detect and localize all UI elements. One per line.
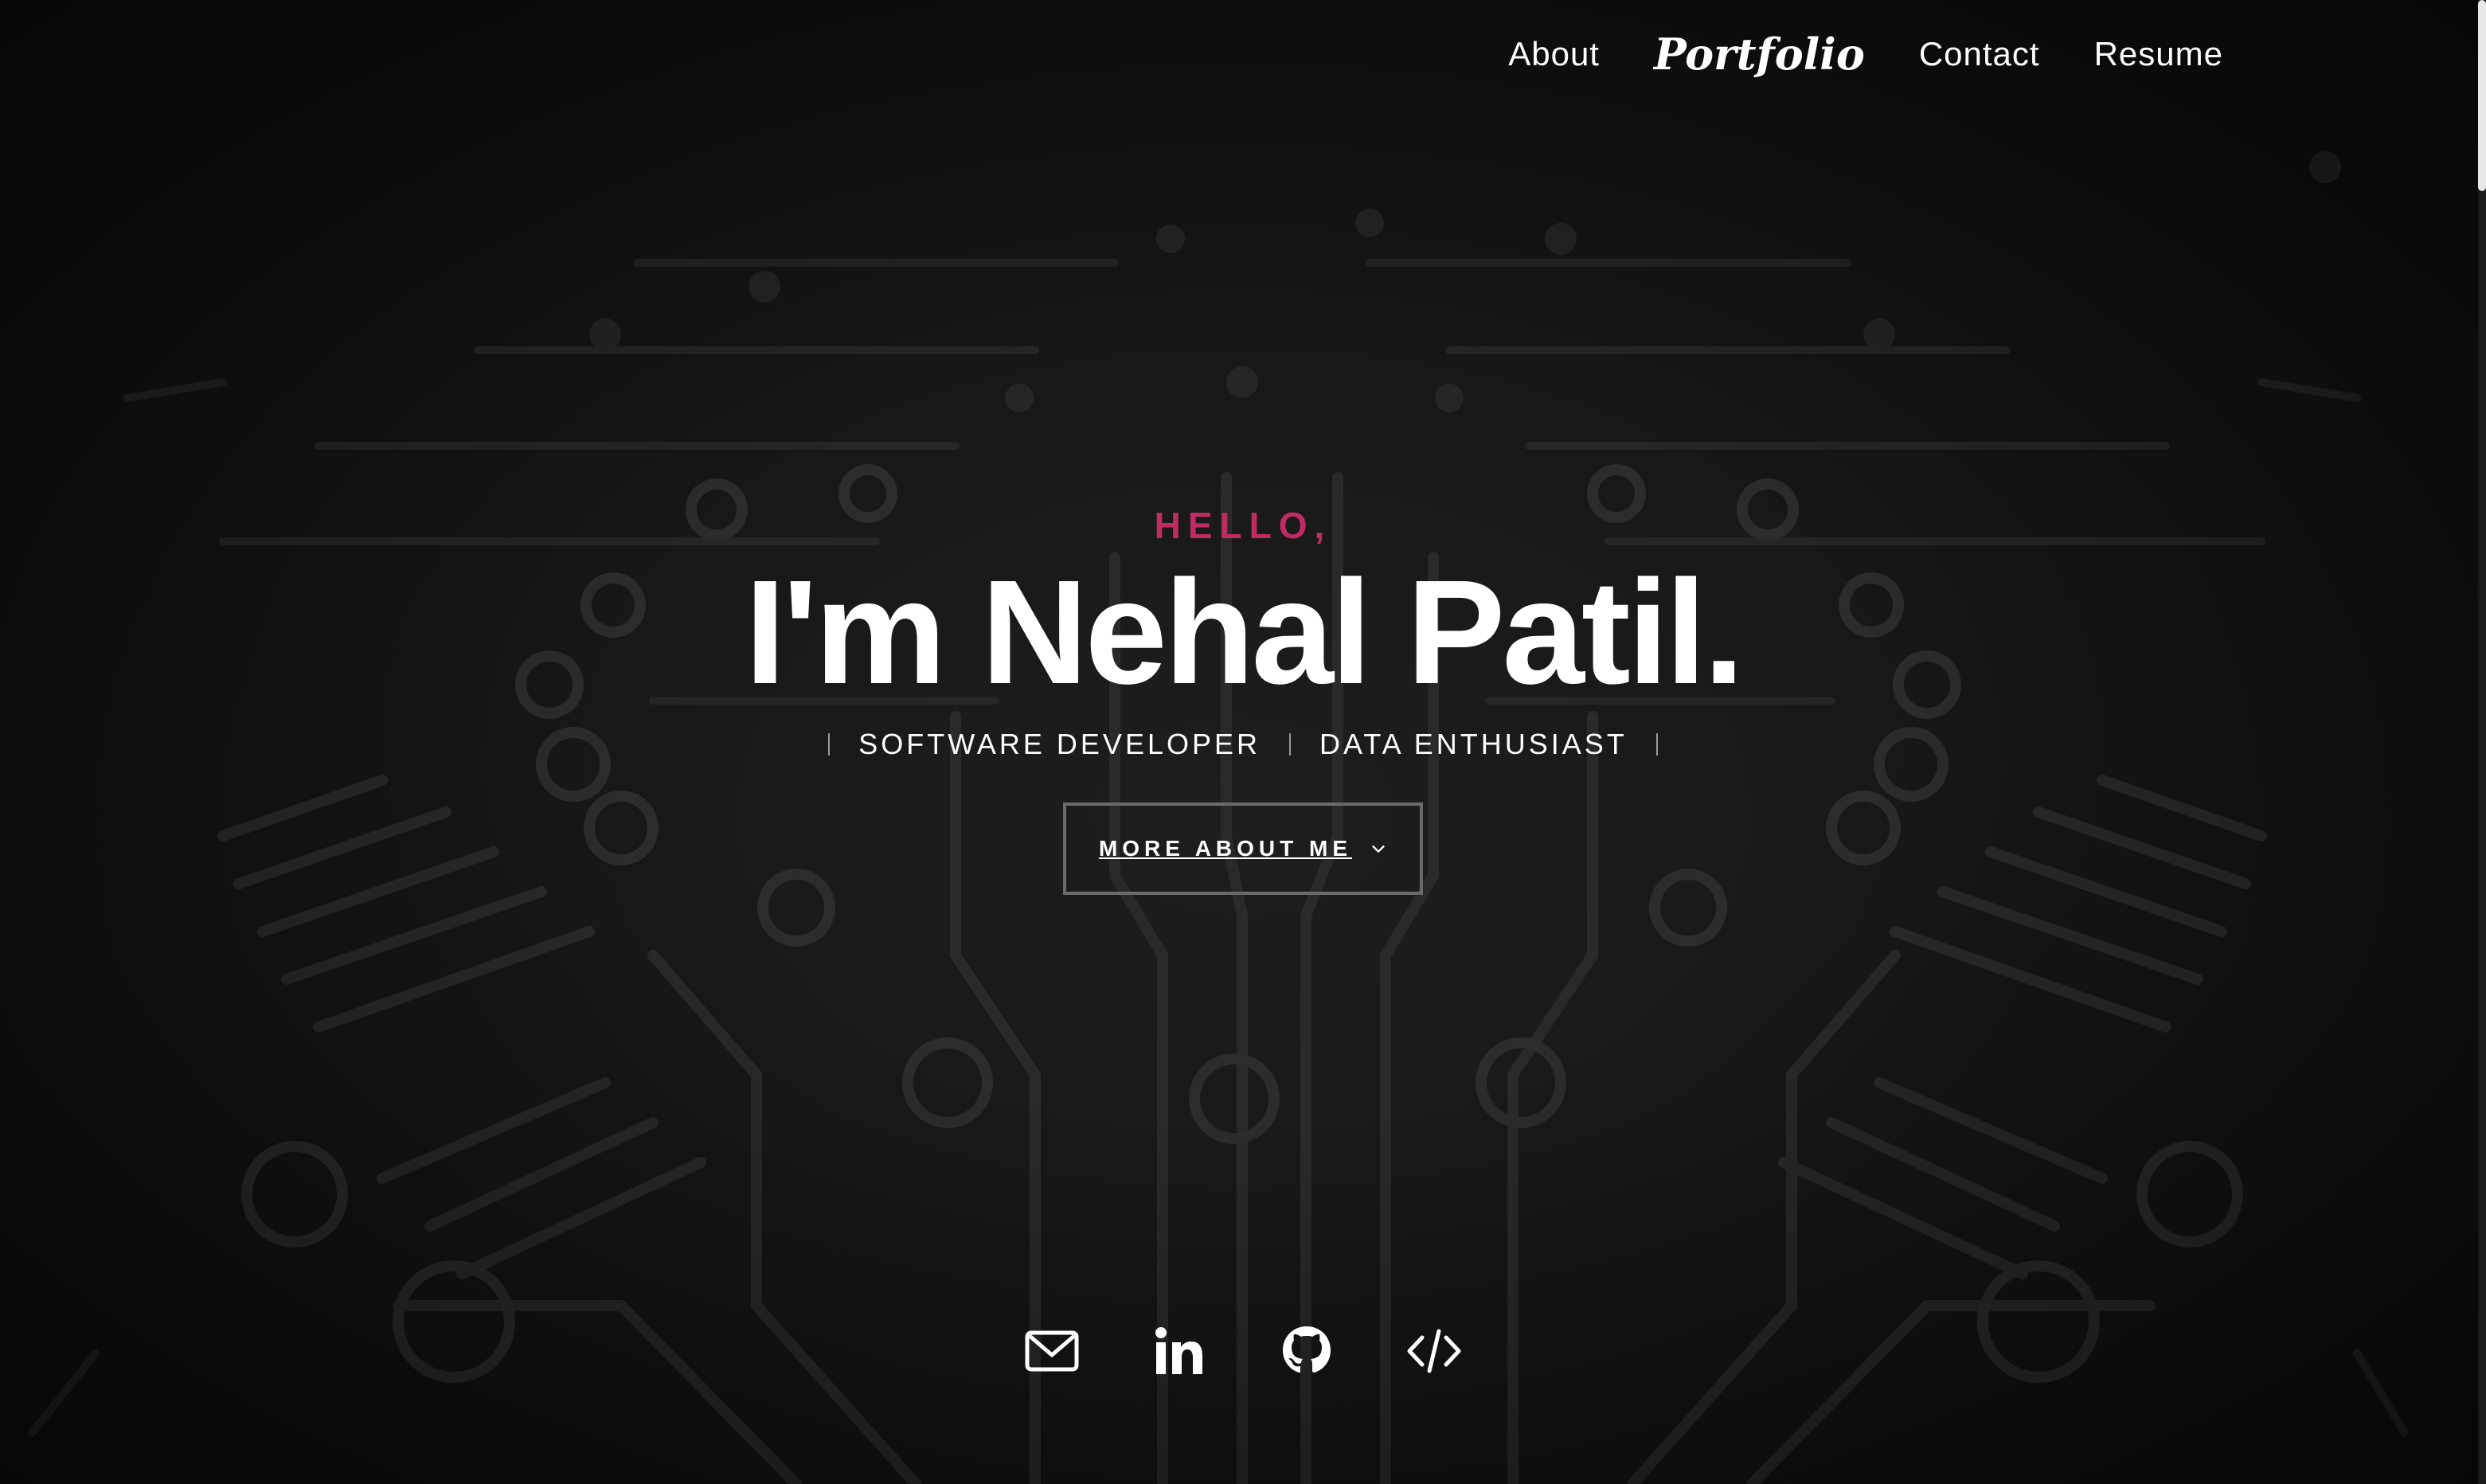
role-divider	[828, 733, 831, 756]
nav-portfolio-link[interactable]: Portfolio	[1654, 29, 1865, 80]
more-about-me-button[interactable]: MORE ABOUT ME	[1063, 803, 1423, 895]
top-navigation: About Portfolio Contact Resume	[1508, 29, 2223, 80]
role-software-developer: SOFTWARE DEVELOPER	[858, 728, 1261, 760]
email-link[interactable]	[1024, 1323, 1080, 1379]
more-about-me-label: MORE ABOUT ME	[1098, 836, 1353, 861]
mail-icon	[1025, 1330, 1079, 1372]
nav-about-link[interactable]: About	[1508, 35, 1600, 73]
role-divider	[1289, 733, 1292, 756]
social-links	[0, 1323, 2486, 1379]
hero-name: I'm Nehal Patil.	[745, 550, 1745, 715]
nav-contact-link[interactable]: Contact	[1919, 35, 2040, 73]
role-data-enthusiast: DATA ENTHUSIAST	[1319, 728, 1628, 760]
code-link[interactable]	[1406, 1323, 1462, 1379]
code-icon	[1407, 1329, 1461, 1373]
page: About Portfolio Contact Resume HELLO, I'…	[0, 0, 2486, 1484]
scrollbar-thumb[interactable]	[2478, 0, 2486, 191]
hero-section: HELLO, I'm Nehal Patil. SOFTWARE DEVELOP…	[0, 502, 2486, 895]
github-link[interactable]	[1279, 1323, 1335, 1379]
hero-roles: SOFTWARE DEVELOPER DATA ENTHUSIAST	[0, 724, 2486, 764]
linkedin-link[interactable]	[1151, 1323, 1207, 1379]
linkedin-icon	[1155, 1327, 1202, 1374]
role-divider	[1655, 733, 1658, 756]
chevron-down-icon	[1372, 845, 1385, 853]
nav-resume-link[interactable]: Resume	[2094, 35, 2223, 73]
github-icon	[1283, 1326, 1331, 1373]
hero-greeting: HELLO,	[1154, 505, 1332, 546]
